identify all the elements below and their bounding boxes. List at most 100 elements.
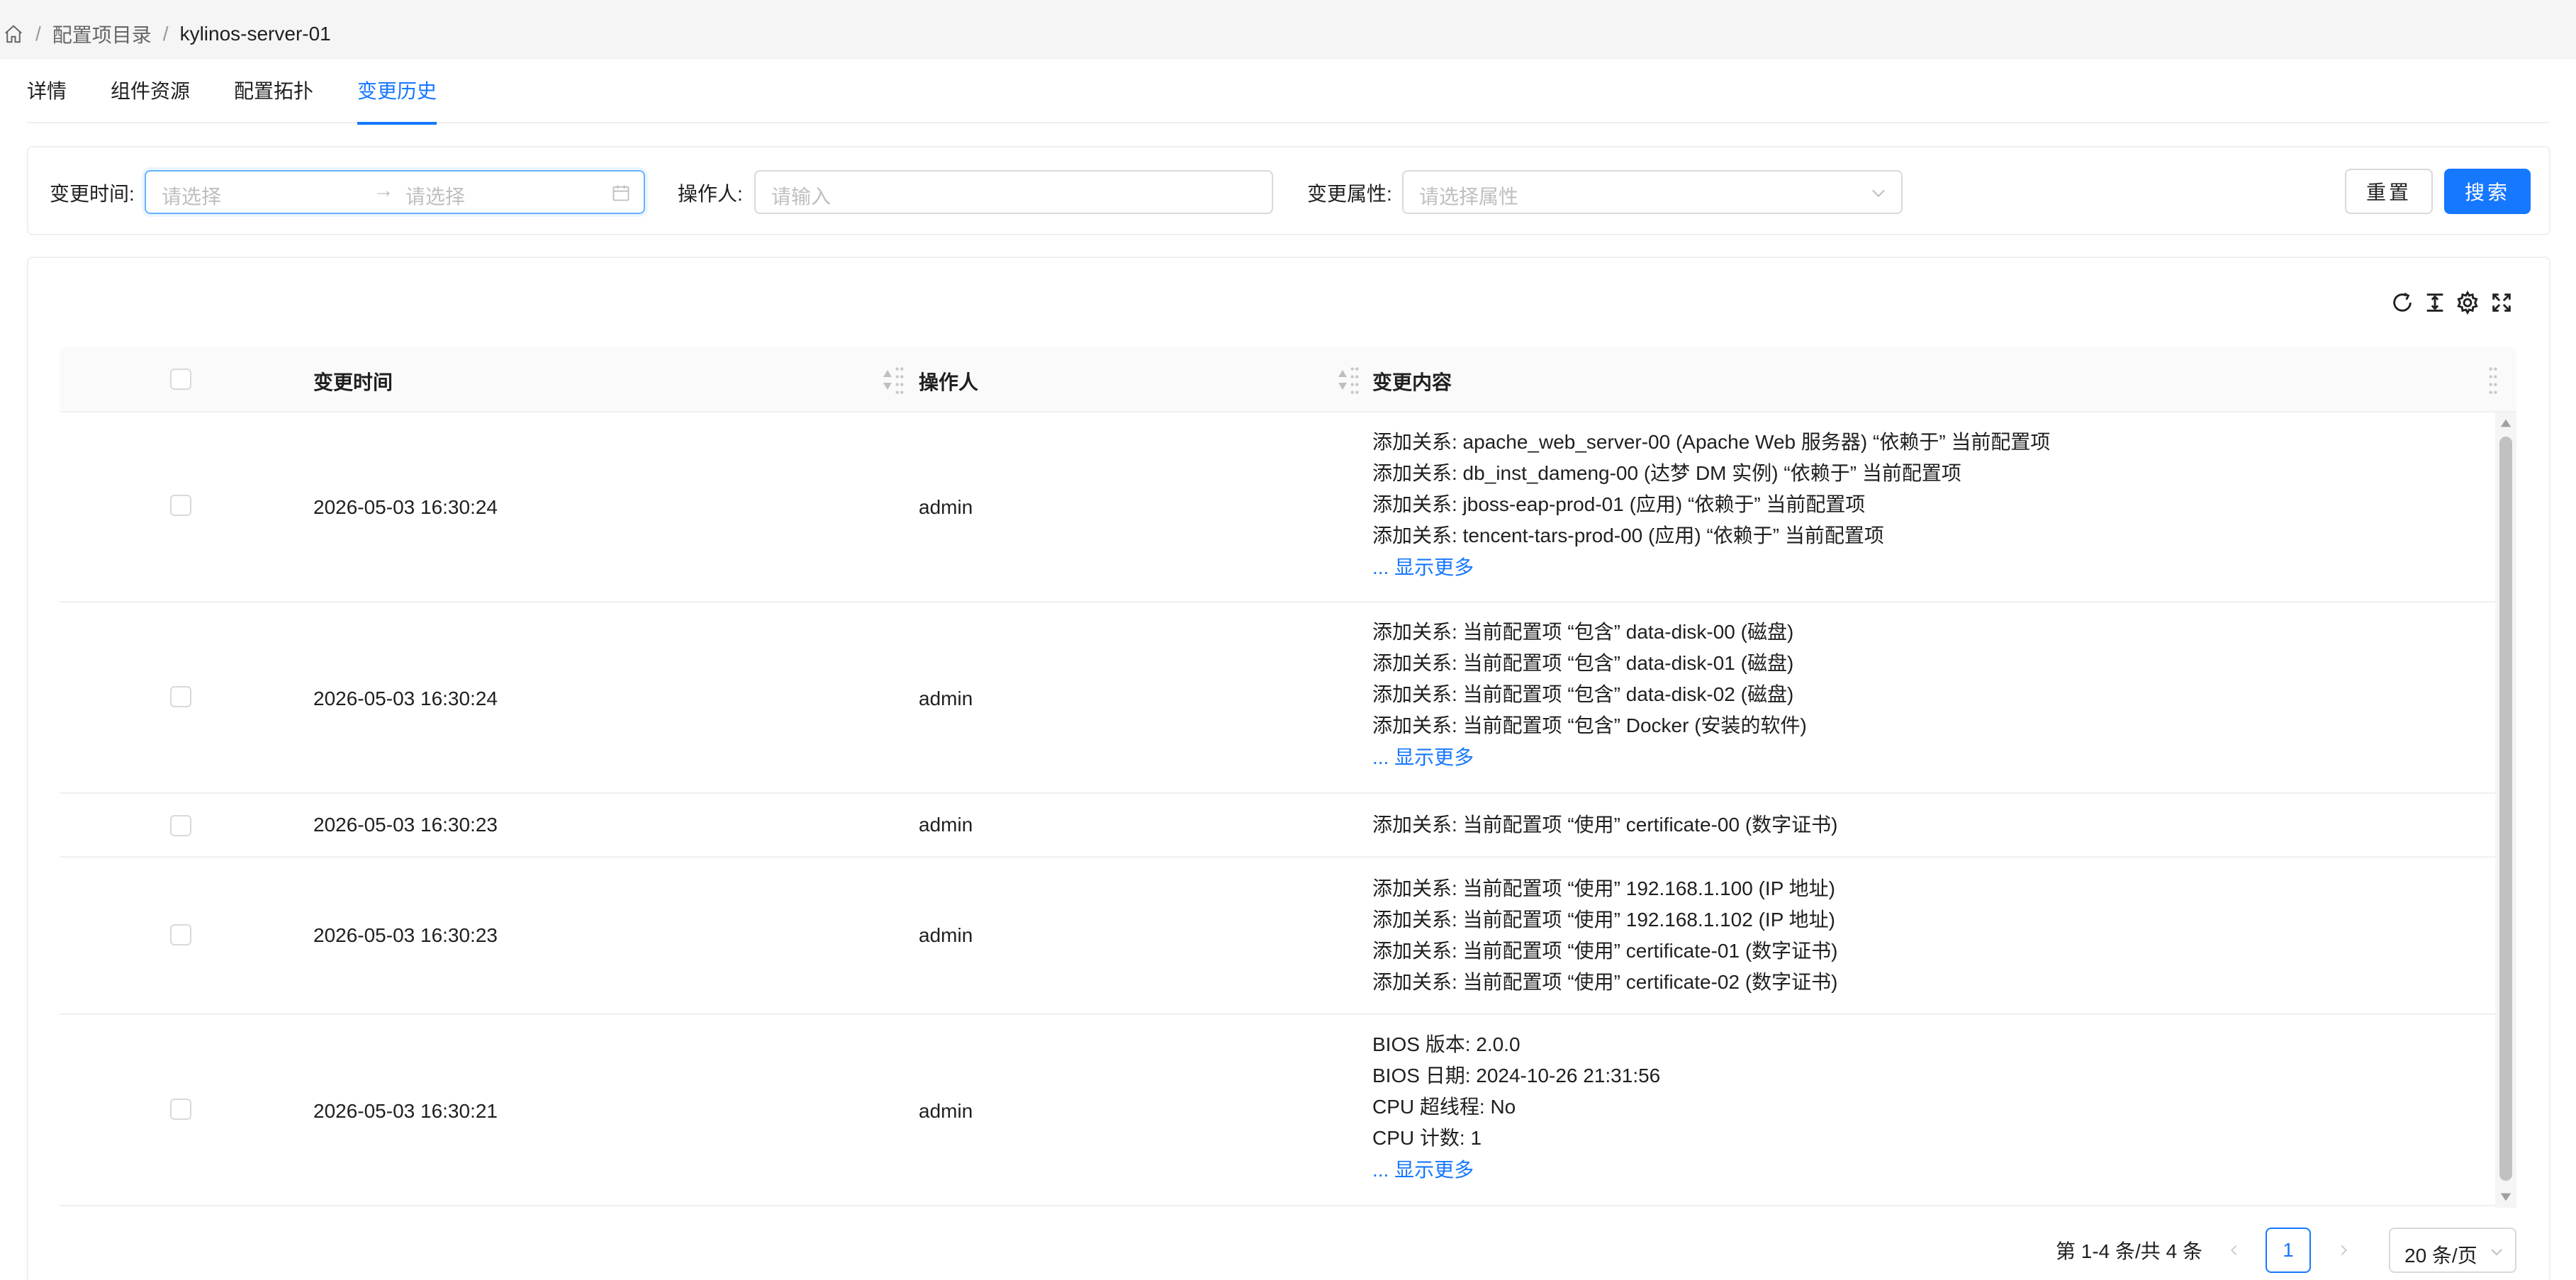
operator-input[interactable]: 请输入	[754, 170, 1273, 214]
time-start-input[interactable]: 请选择	[162, 181, 221, 210]
change-attribute-label: 变更属性:	[1307, 183, 1392, 205]
change-line: CPU 计数: 1	[1372, 1127, 1482, 1149]
sort-icon[interactable]	[882, 369, 893, 391]
operator-label: 操作人:	[678, 183, 743, 205]
column-header-operator[interactable]: 操作人	[919, 367, 978, 395]
row-operator: admin	[919, 924, 973, 946]
column-resize-handle[interactable]	[2488, 364, 2498, 395]
page-1-button[interactable]: 1	[2266, 1228, 2311, 1273]
page-size-value: 20 条/页	[2404, 1245, 2477, 1267]
change-line: 添加关系: tencent-tars-prod-00 (应用) “依赖于” 当前…	[1372, 524, 1884, 546]
row-operator: admin	[919, 1100, 973, 1122]
range-arrow-icon: →	[373, 179, 394, 202]
row-checkbox[interactable]	[170, 686, 191, 707]
row-checkbox[interactable]	[170, 924, 191, 945]
page-size-select[interactable]: 20 条/页	[2389, 1228, 2516, 1273]
show-more-link[interactable]: ... 显示更多	[1372, 1154, 1660, 1186]
tab-config-topology[interactable]: 配置拓扑	[234, 60, 313, 123]
row-change-time: 2026-05-03 16:30:23	[313, 924, 498, 946]
column-height-icon[interactable]	[2423, 291, 2447, 315]
tab-component-resources[interactable]: 组件资源	[111, 60, 190, 123]
row-change-content: 添加关系: apache_web_server-00 (Apache Web 服…	[1372, 427, 2050, 584]
reload-icon[interactable]	[2390, 291, 2414, 315]
show-more-link[interactable]: ... 显示更多	[1372, 741, 1807, 774]
row-checkbox[interactable]	[170, 495, 191, 516]
table-scrollbar[interactable]	[2495, 412, 2516, 1208]
column-header-change-content: 变更内容	[1372, 371, 1452, 393]
breadcrumb: / 配置项目录 / kylinos-server-01	[3, 20, 331, 48]
row-change-time: 2026-05-03 16:30:21	[313, 1100, 498, 1122]
table-row: 2026-05-03 16:30:24 admin 添加关系: apache_w…	[60, 412, 2495, 602]
chevron-right-icon	[2341, 1245, 2347, 1256]
change-time-label: 变更时间:	[50, 183, 135, 205]
row-change-content: 添加关系: 当前配置项 “包含” data-disk-00 (磁盘) 添加关系:…	[1372, 617, 1807, 774]
column-resize-handle[interactable]	[1350, 364, 1360, 395]
change-line: 添加关系: 当前配置项 “包含” data-disk-00 (磁盘)	[1372, 621, 1794, 643]
prev-page-button[interactable]	[2212, 1228, 2257, 1273]
change-line: 添加关系: jboss-eap-prod-01 (应用) “依赖于” 当前配置项	[1372, 493, 1866, 515]
change-line: 添加关系: 当前配置项 “使用” certificate-00 (数字证书)	[1372, 814, 1838, 836]
attribute-placeholder: 请选择属性	[1419, 186, 1519, 208]
fullscreen-icon[interactable]	[2490, 291, 2514, 315]
change-line: 添加关系: apache_web_server-00 (Apache Web 服…	[1372, 431, 2051, 453]
row-operator: admin	[919, 814, 973, 836]
home-icon[interactable]	[3, 23, 24, 45]
row-change-content: BIOS 版本: 2.0.0 BIOS 日期: 2024-10-26 21:31…	[1372, 1029, 1660, 1186]
change-line: 添加关系: 当前配置项 “使用” 192.168.1.102 (IP 地址)	[1372, 909, 1835, 931]
row-change-content: 添加关系: 当前配置项 “使用” 192.168.1.100 (IP 地址) 添…	[1372, 873, 1837, 998]
change-line: CPU 超线程: No	[1372, 1096, 1516, 1118]
table-row: 2026-05-03 16:30:24 admin 添加关系: 当前配置项 “包…	[60, 602, 2495, 794]
row-change-content: 添加关系: 当前配置项 “使用” certificate-00 (数字证书)	[1372, 809, 1837, 841]
filter-panel: 变更时间: 请选择 → 请选择 操作人: 请输入 变更属性: 请选择属性 重置 …	[27, 146, 2550, 235]
breadcrumb-catalog-link[interactable]: 配置项目录	[52, 20, 152, 48]
scroll-up-icon[interactable]	[2499, 417, 2512, 430]
reset-button[interactable]: 重置	[2345, 169, 2433, 214]
tab-change-history[interactable]: 变更历史	[357, 60, 437, 125]
calendar-icon	[612, 185, 629, 201]
row-checkbox[interactable]	[170, 815, 191, 836]
select-all-checkbox[interactable]	[170, 369, 191, 390]
row-change-time: 2026-05-03 16:30:23	[313, 814, 498, 836]
table-row: 2026-05-03 16:30:23 admin 添加关系: 当前配置项 “使…	[60, 858, 2495, 1015]
change-line: 添加关系: 当前配置项 “使用” 192.168.1.100 (IP 地址)	[1372, 877, 1835, 899]
change-line: BIOS 日期: 2024-10-26 21:31:56	[1372, 1065, 1661, 1087]
change-line: 添加关系: 当前配置项 “使用” certificate-01 (数字证书)	[1372, 940, 1838, 962]
change-line: BIOS 版本: 2.0.0	[1372, 1033, 1521, 1055]
change-attribute-select[interactable]: 请选择属性	[1402, 170, 1903, 214]
chevron-left-icon	[2231, 1245, 2237, 1256]
chevron-down-icon	[1872, 189, 1885, 198]
row-change-time: 2026-05-03 16:30:24	[313, 496, 498, 518]
column-resize-handle[interactable]	[895, 364, 905, 395]
tab-details[interactable]: 详情	[27, 60, 67, 123]
change-line: 添加关系: 当前配置项 “包含” Docker (安装的软件)	[1372, 714, 1807, 736]
change-line: 添加关系: 当前配置项 “包含” data-disk-01 (磁盘)	[1372, 652, 1794, 674]
top-bar	[0, 0, 2576, 60]
operator-placeholder: 请输入	[771, 186, 831, 208]
time-end-input[interactable]: 请选择	[405, 181, 465, 210]
row-checkbox[interactable]	[170, 1099, 191, 1120]
change-line: 添加关系: 当前配置项 “包含” data-disk-02 (磁盘)	[1372, 683, 1794, 705]
next-page-button[interactable]	[2321, 1228, 2366, 1273]
settings-gear-icon[interactable]	[2455, 291, 2480, 315]
table-body: 2026-05-03 16:30:24 admin 添加关系: apache_w…	[60, 412, 2495, 1208]
column-header-change-time[interactable]: 变更时间	[313, 367, 393, 395]
search-button[interactable]: 搜索	[2444, 169, 2531, 214]
sort-icon[interactable]	[1337, 369, 1348, 391]
show-more-link[interactable]: ... 显示更多	[1372, 551, 2050, 584]
table-header: 变更时间 操作人 变更内容	[60, 347, 2516, 412]
row-operator: admin	[919, 496, 973, 518]
row-operator: admin	[919, 687, 973, 709]
row-change-time: 2026-05-03 16:30:24	[313, 687, 498, 709]
change-line: 添加关系: 当前配置项 “使用” certificate-02 (数字证书)	[1372, 971, 1838, 993]
table-row: 2026-05-03 16:30:21 admin BIOS 版本: 2.0.0…	[60, 1015, 2495, 1206]
pagination-total: 第 1-4 条/共 4 条	[2056, 1240, 2202, 1262]
tab-bar: 详情 组件资源 配置拓扑 变更历史	[27, 60, 2549, 125]
breadcrumb-separator: /	[35, 23, 41, 45]
table-row: 2026-05-03 16:30:23 admin 添加关系: 当前配置项 “使…	[60, 794, 2495, 858]
change-line: 添加关系: db_inst_dameng-00 (达梦 DM 实例) “依赖于”…	[1372, 462, 1961, 484]
change-time-range-picker[interactable]: 请选择 → 请选择	[145, 170, 645, 214]
scroll-down-icon[interactable]	[2499, 1191, 2512, 1203]
breadcrumb-current: kylinos-server-01	[179, 23, 331, 45]
breadcrumb-separator: /	[162, 23, 169, 45]
scroll-thumb[interactable]	[2499, 437, 2512, 1181]
